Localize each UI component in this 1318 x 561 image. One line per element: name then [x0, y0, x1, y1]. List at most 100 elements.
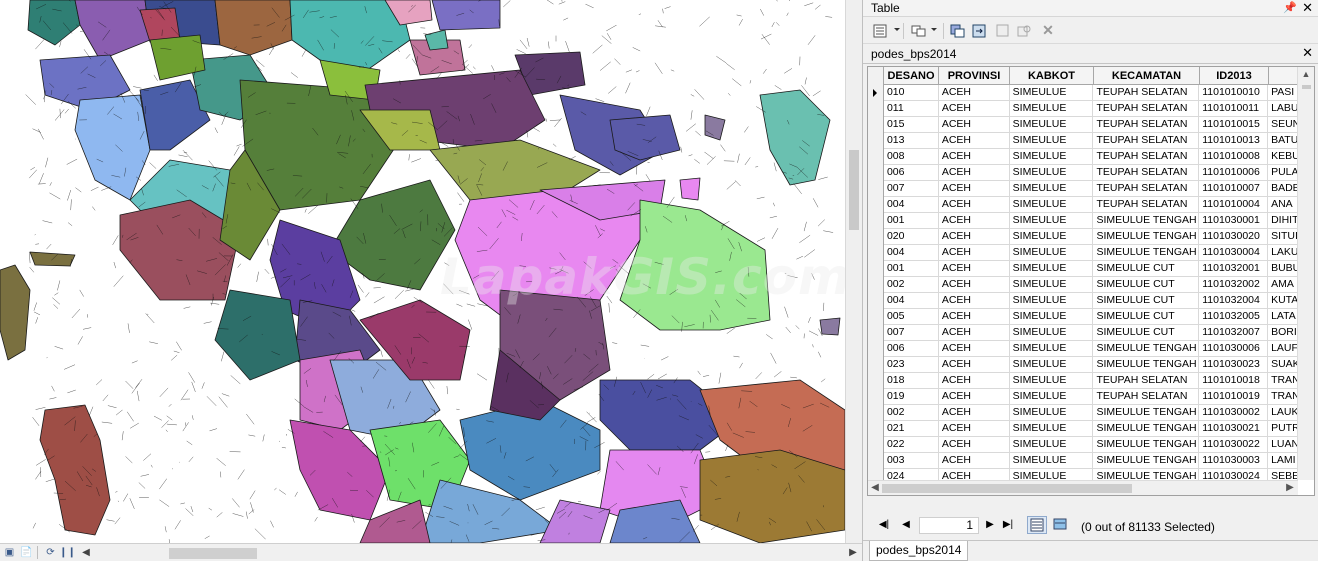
cell-desa[interactable]: LUAN: [1268, 437, 1298, 453]
pin-icon[interactable]: 📌: [1283, 1, 1297, 14]
cell-provinsi[interactable]: ACEH: [939, 261, 1010, 277]
cell-desano[interactable]: 004: [884, 197, 939, 213]
cell-kabkot[interactable]: SIMEULUE: [1010, 325, 1094, 341]
cell-kabkot[interactable]: SIMEULUE: [1010, 389, 1094, 405]
cell-id2013[interactable]: 1101032007: [1199, 325, 1269, 341]
data-view-icon[interactable]: ▣: [2, 545, 17, 560]
column-header-desa[interactable]: [1269, 67, 1299, 85]
cell-provinsi[interactable]: ACEH: [939, 197, 1010, 213]
table-row[interactable]: 004 ACEH SIMEULUE TEUPAH SELATAN 1101010004 A…: [868, 197, 1298, 213]
table-row[interactable]: 019 ACEH SIMEULUE TEUPAH SELATAN 1101010019 T…: [868, 389, 1298, 405]
cell-desa[interactable]: ANA: [1268, 197, 1298, 213]
zoom-to-selected-icon[interactable]: [1015, 22, 1033, 39]
table-row[interactable]: 021 ACEH SIMEULUE SIMEULUE TENGAH 1101030021…: [868, 421, 1298, 437]
cell-kecamatan[interactable]: SIMEULUE TENGAH: [1093, 341, 1200, 357]
cell-desa[interactable]: KEBU: [1268, 149, 1298, 165]
table-row[interactable]: 011 ACEH SIMEULUE TEUPAH SELATAN 1101010011 L…: [868, 101, 1298, 117]
pause-drawing-icon[interactable]: ❙❙: [59, 545, 76, 560]
cell-provinsi[interactable]: ACEH: [939, 325, 1010, 341]
cell-desa[interactable]: LAUK: [1268, 405, 1298, 421]
last-record-icon[interactable]: ▶|: [1001, 519, 1015, 531]
cell-provinsi[interactable]: ACEH: [939, 405, 1010, 421]
cell-kecamatan[interactable]: SIMEULUE TENGAH: [1093, 405, 1200, 421]
cell-desa[interactable]: PASI: [1268, 85, 1298, 101]
cell-desano[interactable]: 004: [884, 245, 939, 261]
cell-kecamatan[interactable]: SIMEULUE TENGAH: [1093, 245, 1200, 261]
row-selector[interactable]: [868, 277, 884, 293]
cell-kecamatan[interactable]: TEUPAH SELATAN: [1093, 133, 1200, 149]
delete-selected-icon[interactable]: ✕: [1039, 22, 1057, 39]
cell-id2013[interactable]: 1101010011: [1199, 101, 1269, 117]
cell-kabkot[interactable]: SIMEULUE: [1010, 149, 1094, 165]
cell-provinsi[interactable]: ACEH: [939, 133, 1010, 149]
cell-kecamatan[interactable]: TEUPAH SELATAN: [1093, 389, 1200, 405]
cell-provinsi[interactable]: ACEH: [939, 373, 1010, 389]
cell-provinsi[interactable]: ACEH: [939, 229, 1010, 245]
table-row[interactable]: 006 ACEH SIMEULUE TEUPAH SELATAN 1101010006 P…: [868, 165, 1298, 181]
row-selector[interactable]: [868, 453, 884, 469]
attribute-table[interactable]: DESANO PROVINSI KABKOT KECAMATAN ID2013 …: [867, 66, 1315, 496]
clear-selection-icon[interactable]: [994, 22, 1012, 39]
cell-kecamatan[interactable]: TEUPAH SELATAN: [1093, 85, 1200, 101]
select-by-attributes-icon[interactable]: [949, 22, 967, 39]
cell-provinsi[interactable]: ACEH: [939, 437, 1010, 453]
cell-kecamatan[interactable]: SIMEULUE CUT: [1093, 309, 1200, 325]
cell-kecamatan[interactable]: SIMEULUE TENGAH: [1093, 453, 1200, 469]
table-row[interactable]: 008 ACEH SIMEULUE TEUPAH SELATAN 1101010008 K…: [868, 149, 1298, 165]
cell-id2013[interactable]: 1101032001: [1199, 261, 1269, 277]
cell-id2013[interactable]: 1101030020: [1199, 229, 1269, 245]
cell-desano[interactable]: 019: [884, 389, 939, 405]
cell-desa[interactable]: BATU: [1268, 133, 1298, 149]
table-hscroll-thumb[interactable]: [882, 484, 1132, 493]
show-selected-records-icon[interactable]: [1050, 516, 1070, 534]
map-view[interactable]: LapakGIS.com: [0, 0, 845, 543]
cell-desa[interactable]: BADE: [1268, 181, 1298, 197]
cell-desano[interactable]: 021: [884, 421, 939, 437]
row-selector[interactable]: [868, 149, 884, 165]
row-selector[interactable]: [868, 309, 884, 325]
cell-kabkot[interactable]: SIMEULUE: [1010, 85, 1094, 101]
cell-id2013[interactable]: 1101030023: [1199, 357, 1269, 373]
cell-kecamatan[interactable]: TEUPAH SELATAN: [1093, 197, 1200, 213]
cell-desano[interactable]: 022: [884, 437, 939, 453]
row-selector[interactable]: [868, 389, 884, 405]
cell-kecamatan[interactable]: SIMEULUE TENGAH: [1093, 421, 1200, 437]
row-selector[interactable]: [868, 437, 884, 453]
cell-desano[interactable]: 023: [884, 357, 939, 373]
cell-desano[interactable]: 018: [884, 373, 939, 389]
cell-kecamatan[interactable]: SIMEULUE CUT: [1093, 293, 1200, 309]
cell-id2013[interactable]: 1101010004: [1199, 197, 1269, 213]
table-vscroll-thumb[interactable]: [1302, 85, 1311, 89]
cell-id2013[interactable]: 1101010018: [1199, 373, 1269, 389]
cell-kabkot[interactable]: SIMEULUE: [1010, 117, 1094, 133]
cell-kabkot[interactable]: SIMEULUE: [1010, 133, 1094, 149]
table-row[interactable]: 007 ACEH SIMEULUE SIMEULUE CUT 1101032007 BOR…: [868, 325, 1298, 341]
layout-view-icon[interactable]: 📄: [19, 545, 34, 560]
row-selector[interactable]: [868, 133, 884, 149]
map-vertical-scrollbar[interactable]: [845, 0, 862, 543]
chevron-down-icon[interactable]: [894, 28, 900, 31]
refresh-icon[interactable]: ⟳: [43, 545, 58, 560]
cell-provinsi[interactable]: ACEH: [939, 181, 1010, 197]
cell-kecamatan[interactable]: SIMEULUE CUT: [1093, 277, 1200, 293]
cell-id2013[interactable]: 1101032004: [1199, 293, 1269, 309]
cell-kabkot[interactable]: SIMEULUE: [1010, 341, 1094, 357]
scroll-left-icon[interactable]: ◀: [79, 545, 93, 561]
cell-id2013[interactable]: 1101010019: [1199, 389, 1269, 405]
cell-kabkot[interactable]: SIMEULUE: [1010, 101, 1094, 117]
cell-provinsi[interactable]: ACEH: [939, 245, 1010, 261]
cell-desa[interactable]: DIHIT: [1268, 213, 1298, 229]
cell-id2013[interactable]: 1101010006: [1199, 165, 1269, 181]
cell-desano[interactable]: 007: [884, 325, 939, 341]
cell-kecamatan[interactable]: SIMEULUE TENGAH: [1093, 213, 1200, 229]
cell-desa[interactable]: SUAK: [1268, 357, 1298, 373]
table-row[interactable]: 010 ACEH SIMEULUE TEUPAH SELATAN 1101010010 P…: [868, 85, 1298, 101]
cell-id2013[interactable]: 1101030003: [1199, 453, 1269, 469]
cell-desano[interactable]: 008: [884, 149, 939, 165]
table-row[interactable]: 005 ACEH SIMEULUE SIMEULUE CUT 1101032005 LAT…: [868, 309, 1298, 325]
cell-kecamatan[interactable]: TEUPAH SELATAN: [1093, 373, 1200, 389]
row-selector[interactable]: [868, 357, 884, 373]
cell-id2013[interactable]: 1101030004: [1199, 245, 1269, 261]
cell-desano[interactable]: 015: [884, 117, 939, 133]
cell-desano[interactable]: 003: [884, 453, 939, 469]
